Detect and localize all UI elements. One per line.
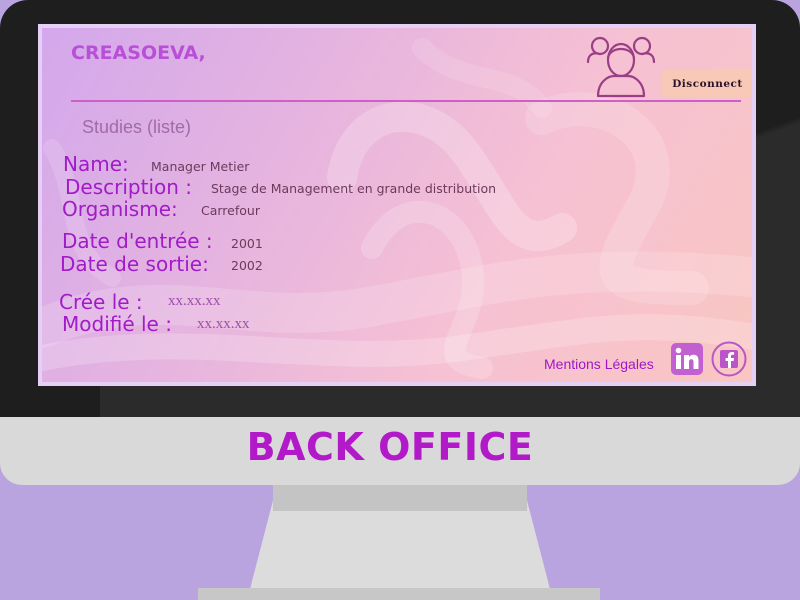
screen: CREASOEVA, Disconnect Studies (liste) Na…	[38, 24, 756, 386]
name-value: Manager Metier	[151, 159, 250, 174]
name-label: Name:	[63, 152, 129, 176]
organisme-value: Carrefour	[201, 203, 260, 218]
legal-mentions-link[interactable]: Mentions Légales	[544, 356, 654, 372]
description-value: Stage de Management en grande distributi…	[211, 181, 497, 196]
monitor-stand-shadow	[273, 485, 527, 511]
header-divider	[71, 100, 741, 102]
monitor-stand-base	[198, 588, 600, 600]
date-sortie-label: Date de sortie:	[60, 252, 209, 276]
linkedin-icon[interactable]	[670, 342, 704, 376]
modified-label: Modifié le :	[62, 312, 172, 336]
organisme-label: Organisme:	[62, 197, 178, 221]
date-sortie-value: 2002	[231, 258, 263, 273]
description-label: Description :	[65, 175, 193, 199]
date-entree-label: Date d'entrée :	[62, 229, 213, 253]
facebook-icon[interactable]	[711, 341, 747, 377]
created-value: xx.xx.xx	[168, 293, 221, 309]
monitor-title: BACK OFFICE	[246, 425, 534, 469]
modified-value: xx.xx.xx	[197, 316, 250, 332]
disconnect-button[interactable]: Disconnect	[662, 70, 752, 97]
date-entree-value: 2001	[231, 236, 263, 251]
brand-name: CREASOEVA,	[71, 42, 206, 64]
created-label: Crée le :	[59, 290, 143, 314]
section-title: Studies (liste)	[82, 117, 192, 137]
user-group-icon[interactable]	[586, 32, 656, 98]
